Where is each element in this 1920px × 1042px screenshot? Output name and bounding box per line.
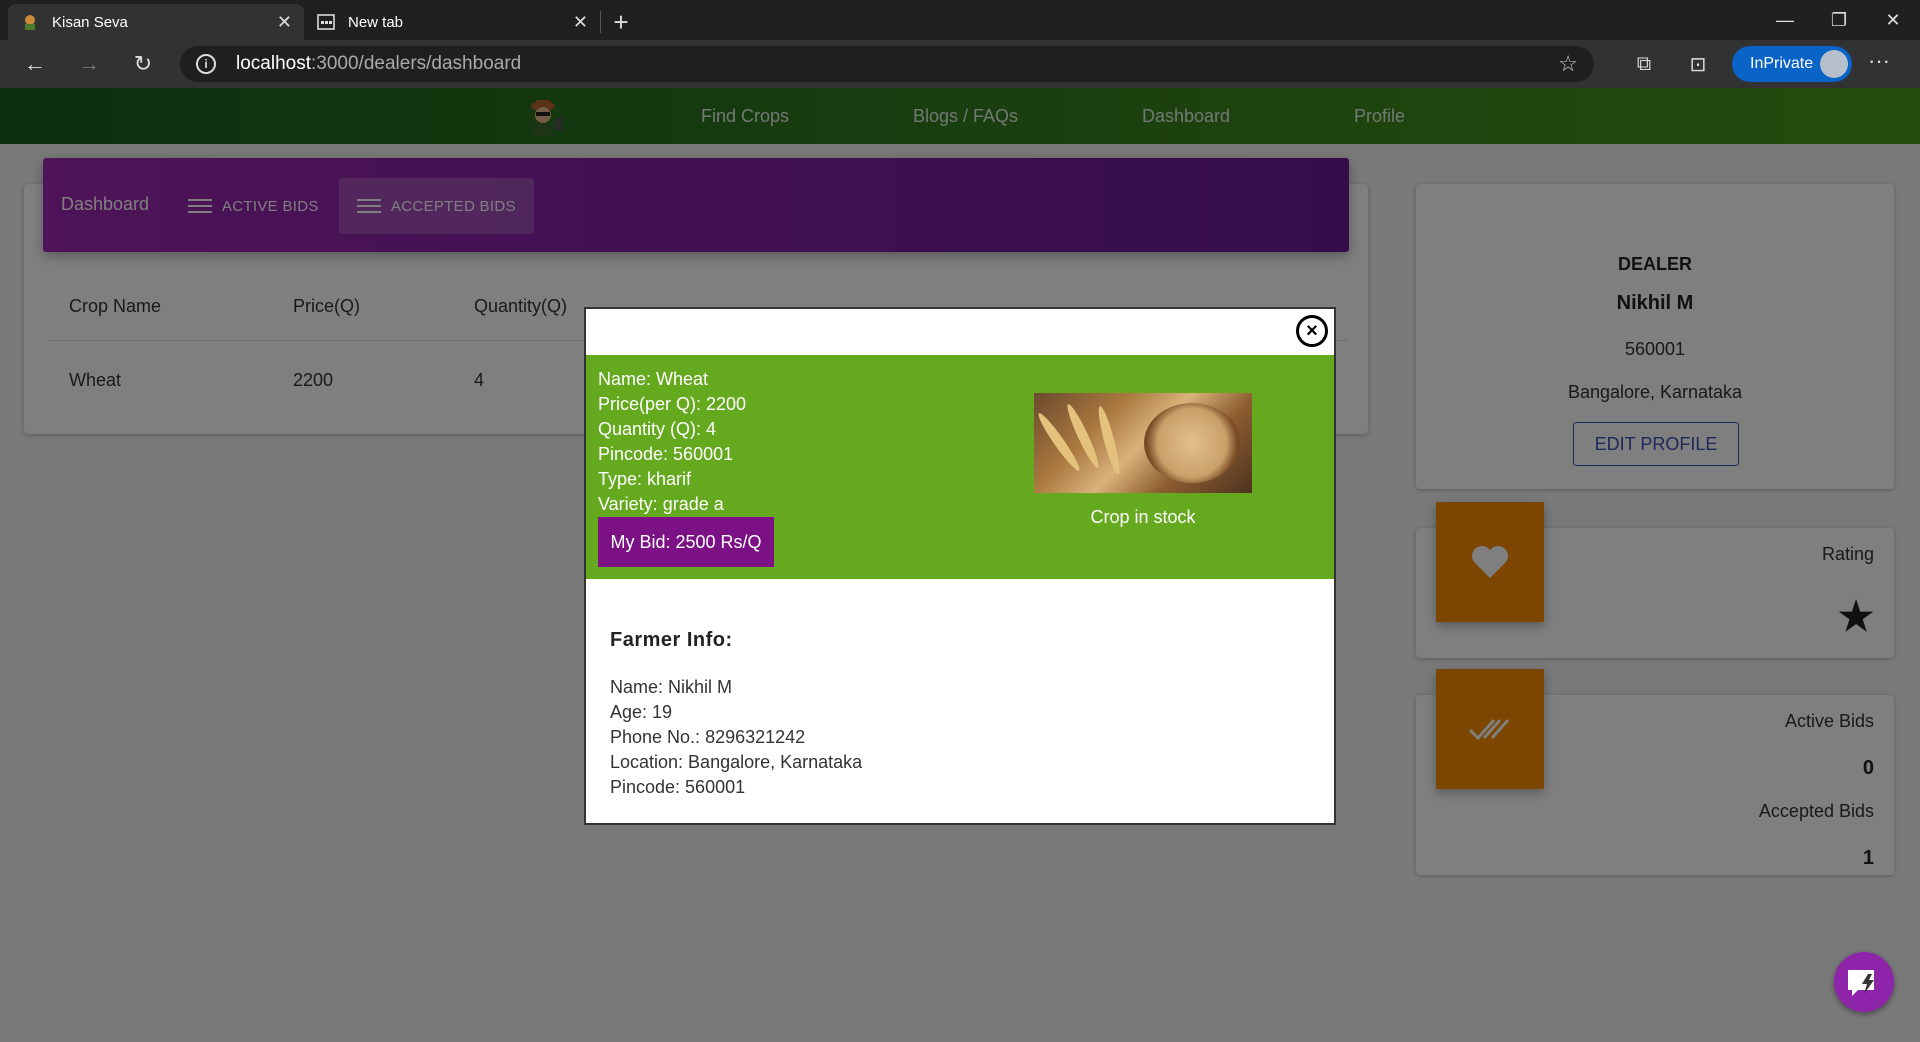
forward-icon[interactable]: → — [62, 40, 116, 88]
window-controls: — ❐ ✕ — [1758, 0, 1920, 40]
close-tab-icon[interactable]: ✕ — [277, 12, 292, 33]
stock-status: Crop in stock — [1090, 507, 1196, 527]
url-host: localhost — [236, 53, 311, 74]
crop-variety: Variety: grade a — [598, 494, 724, 514]
inprivate-button[interactable]: InPrivate — [1732, 46, 1852, 82]
close-modal-icon[interactable]: × — [1296, 315, 1328, 347]
browser-tab-new-tab[interactable]: New tab ✕ — [304, 4, 600, 40]
crop-name: Name: Wheat — [598, 369, 709, 389]
new-tab-button[interactable]: + — [601, 4, 641, 40]
farmer-age: Age: 19 — [610, 702, 673, 722]
browser-tab-bar: Kisan Seva ✕ New tab ✕ + — ❐ ✕ — [0, 0, 1920, 40]
address-bar[interactable]: i localhost:3000/dealers/dashboard ☆ — [180, 46, 1594, 82]
chat-widget-button[interactable] — [1834, 952, 1894, 1012]
crop-price: Price(per Q): 2200 — [598, 394, 747, 414]
minimize-icon[interactable]: — — [1758, 0, 1812, 40]
restore-icon[interactable]: ❐ — [1812, 0, 1866, 40]
new-tab-page-icon — [316, 12, 336, 32]
browser-toolbar: ← → ↻ i localhost:3000/dealers/dashboard… — [0, 40, 1920, 88]
browser-tab-kisan-seva[interactable]: Kisan Seva ✕ — [8, 4, 304, 40]
tab-title: Kisan Seva — [52, 13, 128, 31]
wheat-image — [1034, 393, 1252, 493]
my-bid-badge: My Bid: 2500 Rs/Q — [598, 517, 774, 567]
crop-quantity: Quantity (Q): 4 — [598, 419, 717, 439]
more-options-icon[interactable]: ··· — [1868, 48, 1890, 74]
site-info-icon[interactable]: i — [196, 54, 216, 74]
profile-avatar-icon — [1820, 50, 1848, 78]
refresh-icon[interactable]: ↻ — [116, 40, 170, 88]
farmer-location: Location: Bangalore, Karnataka — [610, 752, 863, 772]
screenshot-icon[interactable]: ⊡ — [1684, 50, 1712, 78]
url-path: :3000/dealers/dashboard — [311, 53, 522, 74]
chat-lightning-icon — [1848, 970, 1874, 996]
site-favicon-icon — [20, 12, 40, 32]
farmer-pincode: Pincode: 560001 — [610, 777, 746, 797]
farmer-phone: Phone No.: 8296321242 — [610, 727, 806, 747]
back-icon[interactable]: ← — [8, 40, 62, 88]
crop-type: Type: kharif — [598, 469, 692, 489]
close-window-icon[interactable]: ✕ — [1866, 0, 1920, 40]
farmer-info-heading: Farmer Info: — [610, 629, 733, 651]
crop-pincode: Pincode: 560001 — [598, 444, 734, 464]
crop-info-panel: Name: Wheat Price(per Q): 2200 Quantity … — [586, 355, 1334, 579]
farmer-name: Name: Nikhil M — [610, 677, 733, 697]
inprivate-label: InPrivate — [1750, 55, 1814, 72]
favorite-star-icon[interactable]: ☆ — [1558, 51, 1578, 77]
tab-title: New tab — [348, 13, 404, 31]
bid-detail-modal: × Name: Wheat Price(per Q): 2200 Quantit… — [584, 307, 1336, 825]
close-tab-icon[interactable]: ✕ — [573, 12, 588, 33]
collections-icon[interactable]: ⧉ — [1630, 50, 1658, 78]
